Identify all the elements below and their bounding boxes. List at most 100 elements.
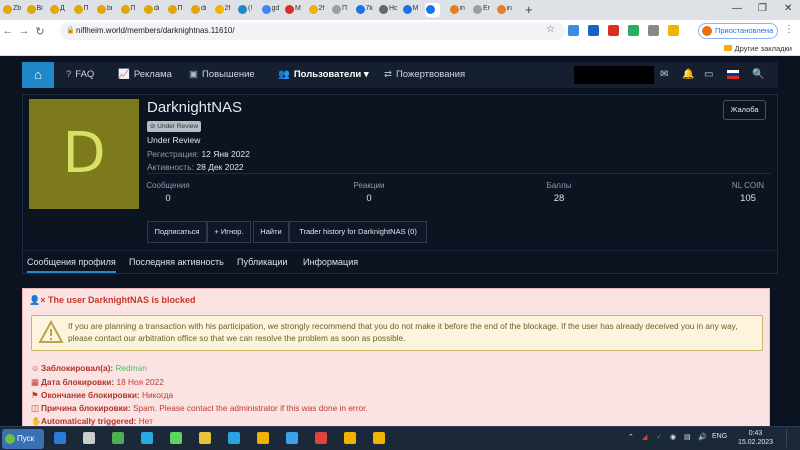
browser-tab[interactable]: Er bbox=[472, 3, 490, 17]
tab-favicon-icon bbox=[50, 5, 59, 14]
stat-messages[interactable]: Сообщения 0 bbox=[133, 181, 203, 204]
taskbar-app-icon[interactable] bbox=[286, 432, 298, 444]
browser-tab[interactable]: 2f bbox=[214, 3, 230, 17]
url-input[interactable]: 🔒 niflheim.world/members/darknightnas.11… bbox=[60, 22, 565, 40]
taskbar-app-icon[interactable] bbox=[54, 432, 66, 444]
row-value: Нет bbox=[138, 416, 153, 426]
language-indicator[interactable]: ENG bbox=[712, 433, 727, 440]
nav-item-donations[interactable]: ⇄ Пожертвования bbox=[384, 62, 465, 88]
taskbar-app-icon[interactable] bbox=[344, 432, 356, 444]
bookmark-star-icon[interactable]: ☆ bbox=[546, 24, 555, 35]
ignore-button[interactable]: + Игнор. bbox=[207, 221, 251, 243]
browser-tab[interactable]: di bbox=[143, 3, 159, 17]
tray-app-icon[interactable]: ✓ bbox=[656, 433, 662, 441]
browser-tab[interactable]: M bbox=[402, 3, 418, 17]
search-icon[interactable]: 🔍 bbox=[752, 62, 764, 88]
maximize-icon[interactable]: ❐ bbox=[758, 3, 767, 14]
find-button[interactable]: Найти bbox=[253, 221, 289, 243]
tab-favicon-icon bbox=[144, 5, 153, 14]
forward-icon[interactable]: → bbox=[16, 25, 32, 37]
tray-app-icon[interactable]: ◉ bbox=[670, 433, 676, 441]
report-button[interactable]: Жалоба bbox=[723, 100, 766, 120]
extension-icon[interactable] bbox=[648, 25, 659, 36]
taskbar-app-icon[interactable] bbox=[83, 432, 95, 444]
taskbar-app-icon[interactable] bbox=[199, 432, 211, 444]
stat-reactions[interactable]: Реакции 0 bbox=[334, 181, 404, 204]
start-button[interactable]: Пуск bbox=[2, 429, 44, 449]
tab-information[interactable]: Информация bbox=[303, 257, 358, 267]
home-icon[interactable]: ⌂ bbox=[22, 62, 54, 88]
tab-postings[interactable]: Публикации bbox=[237, 257, 287, 267]
stat-points[interactable]: Баллы 28 bbox=[524, 181, 594, 204]
bell-icon[interactable]: 🔔 bbox=[682, 62, 694, 88]
question-icon: ? bbox=[66, 69, 72, 80]
browser-tab[interactable]: M bbox=[284, 3, 301, 17]
moderator-link[interactable]: Redman bbox=[115, 363, 146, 373]
extension-icon[interactable] bbox=[588, 25, 599, 36]
extension-icon[interactable] bbox=[628, 25, 639, 36]
browser-tab[interactable]: di bbox=[190, 3, 206, 17]
taskbar-app-icon[interactable] bbox=[373, 432, 385, 444]
reload-icon[interactable]: ↻ bbox=[32, 25, 48, 38]
other-bookmarks[interactable]: Другие закладки bbox=[723, 44, 792, 53]
extension-icon[interactable] bbox=[568, 25, 579, 36]
new-tab-button[interactable]: + bbox=[525, 3, 533, 17]
minimize-icon[interactable]: — bbox=[732, 3, 742, 14]
trader-history-button[interactable]: Trader history for DarknightNAS (0) bbox=[289, 221, 427, 243]
browser-tab[interactable]: Zb bbox=[2, 3, 21, 17]
show-desktop-button[interactable] bbox=[786, 429, 796, 447]
tray-app-icon[interactable]: ◢ bbox=[642, 433, 647, 441]
tab-profile-posts[interactable]: Сообщения профиля bbox=[27, 257, 116, 273]
taskbar-app-icon[interactable] bbox=[141, 432, 153, 444]
registration-info: Регистрация: 12 Янв 2022 bbox=[147, 149, 250, 159]
browser-tab[interactable]: Нова bbox=[378, 3, 397, 17]
follow-button[interactable]: Подписаться bbox=[147, 221, 207, 243]
profile-status-label: Приостановлена bbox=[715, 26, 774, 35]
browser-tab[interactable]: Bi bbox=[26, 3, 43, 17]
browser-tab[interactable]: П bbox=[73, 3, 89, 17]
tab-favicon-icon bbox=[167, 5, 177, 14]
browser-tab[interactable]: bi bbox=[96, 3, 112, 17]
browser-tab[interactable]: 7k bbox=[355, 3, 373, 17]
taskbar-app-icon[interactable] bbox=[228, 432, 240, 444]
wallet-icon[interactable]: ▭ bbox=[704, 62, 713, 88]
network-icon[interactable]: ▤ bbox=[684, 433, 691, 441]
taskbar-app-icon[interactable] bbox=[170, 432, 182, 444]
taskbar-app-icon[interactable] bbox=[315, 432, 327, 444]
browser-tab[interactable]: П bbox=[331, 3, 347, 17]
close-icon[interactable]: ✕ bbox=[784, 3, 792, 14]
tab-favicon-icon bbox=[308, 5, 318, 14]
taskbar-app-icon[interactable] bbox=[112, 432, 124, 444]
users-icon: 👥 bbox=[278, 69, 290, 80]
stat-nl-coin[interactable]: NL COIN 105 bbox=[713, 181, 783, 204]
taskbar-app-icon[interactable] bbox=[257, 432, 269, 444]
browser-tab[interactable]: in bbox=[496, 3, 512, 17]
volume-icon[interactable]: 🔊 bbox=[698, 433, 707, 441]
extension-icon[interactable] bbox=[668, 25, 679, 36]
browser-tab[interactable]: Д bbox=[49, 3, 65, 17]
extension-icon[interactable] bbox=[608, 25, 619, 36]
back-icon[interactable]: ← bbox=[0, 25, 16, 37]
browser-tab[interactable]: (! bbox=[237, 3, 252, 17]
mail-icon[interactable]: ✉ bbox=[660, 62, 668, 88]
avatar[interactable]: D bbox=[29, 99, 139, 209]
browser-tab[interactable]: gd bbox=[261, 3, 279, 17]
nav-item-users[interactable]: 👥 Пользователи ▾ bbox=[278, 62, 369, 88]
nav-item-faq[interactable]: ? FAQ bbox=[66, 62, 94, 88]
browser-tab[interactable]: П bbox=[167, 3, 183, 17]
nav-item-upgrade[interactable]: ▣ Повышение bbox=[189, 62, 255, 88]
russian-flag-icon[interactable] bbox=[727, 70, 739, 79]
clock[interactable]: 0:43 15.02.2023 bbox=[738, 429, 773, 447]
browser-tab[interactable]: in bbox=[449, 3, 465, 17]
windows-icon bbox=[5, 434, 15, 444]
browser-tab[interactable]: П bbox=[120, 3, 136, 17]
browser-tab[interactable] bbox=[425, 3, 440, 17]
profile-paused-button[interactable]: Приостановлена bbox=[698, 23, 778, 39]
nav-item-ads[interactable]: 📈 Реклама bbox=[118, 62, 172, 88]
browser-tab[interactable]: 2f bbox=[308, 3, 324, 17]
menu-icon[interactable]: ⋮ bbox=[784, 24, 794, 35]
stat-value: 0 bbox=[165, 193, 171, 204]
user-account-block[interactable] bbox=[574, 66, 654, 84]
tray-chevron-icon[interactable]: ⌃ bbox=[628, 433, 634, 441]
tab-latest-activity[interactable]: Последняя активность bbox=[129, 257, 224, 267]
